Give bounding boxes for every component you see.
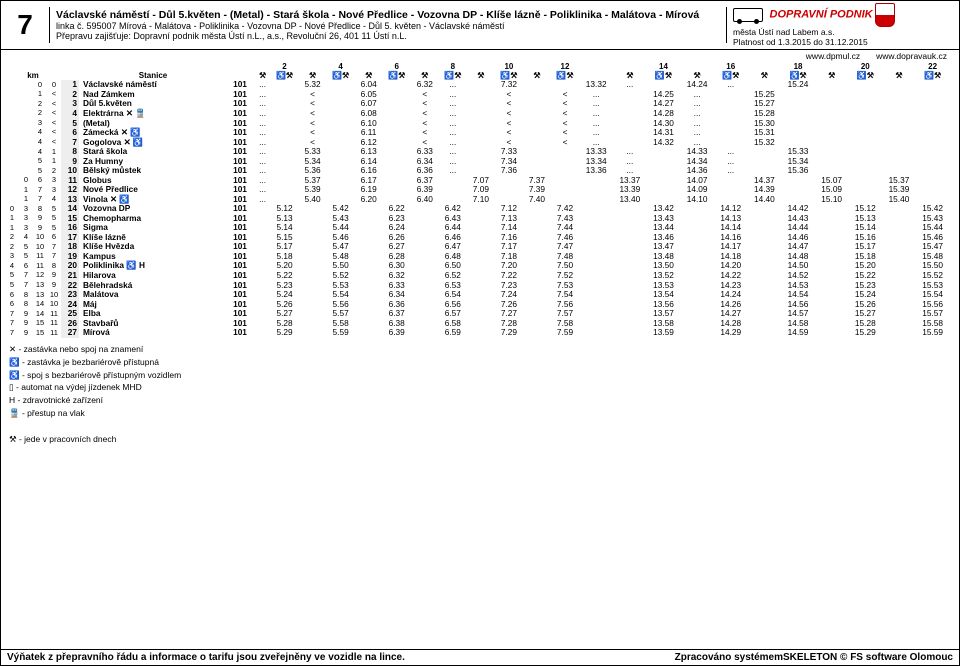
timetable-page: 7 Václavské náměstí - Důl 5.květen - (Me… (0, 0, 960, 666)
legend: ✕ - zastávka nebo spoj na znamení♿ - zas… (1, 344, 959, 446)
table-row: 139515Chemopharma1015.135.436.236.437.13… (5, 214, 955, 224)
carrier: Přepravu zajišťuje: Dopravní podnik měst… (56, 31, 720, 41)
brand-city: města Ústí nad Labem a.s. (733, 27, 835, 37)
table-row: 3511719Kampus1015.185.486.286.487.187.48… (5, 252, 955, 262)
table-row: 001Václavské náměstí101...5.326.046.32..… (5, 80, 955, 90)
table-row: 2<3Důl 5.květen101...<6.07<...<<...14.27… (5, 99, 955, 109)
table-row: 5712921Hilarova1015.225.526.326.527.227.… (5, 271, 955, 281)
legend-item: H - zdravotnické zařízení (9, 395, 959, 407)
route-forward: Václavské náměstí - Důl 5.květen - (Meta… (56, 9, 720, 21)
legend-item: ♿ - zastávka je bezbariérově přístupná (9, 357, 959, 369)
table-row: 1<2Nad Zámkem101...<6.05<...<<...14.25..… (5, 90, 955, 100)
timetable: 24 68 1012 14 1618 2022 km Stanice ⚒♿⚒⚒♿… (1, 62, 959, 338)
table-row: 4<6Zámecká ✕ ♿101...<6.11<...<<...14.31.… (5, 128, 955, 138)
validity: Platnost od 1.3.2015 do 31.12.2015 (733, 37, 868, 47)
header-mid: Václavské náměstí - Důl 5.květen - (Meta… (50, 7, 727, 43)
table-row: 418Stará škola101...5.336.136.33...7.331… (5, 147, 955, 157)
table-row: 79151127Mírová1015.295.596.396.597.297.5… (5, 328, 955, 338)
table-row: 4611820Poliklinika ♿ H1015.205.506.306.5… (5, 261, 955, 271)
table-row: 79151126Stavbařů1015.285.586.386.587.287… (5, 319, 955, 329)
table-row: 68131023Malátova1015.245.546.346.547.247… (5, 290, 955, 300)
url-left: www.dpmul.cz (806, 51, 860, 61)
footer: Výňatek z přepravního řádu a informace o… (1, 649, 959, 665)
table-row: 4<7Gogolova ✕ ♿101...<6.12<...<<...14.32… (5, 138, 955, 148)
header: 7 Václavské náměstí - Důl 5.květen - (Me… (1, 1, 959, 50)
legend-item (9, 421, 959, 433)
url-right: www.dopravauk.cz (876, 51, 947, 61)
table-row: 5713922Bělehradská1015.235.536.336.537.2… (5, 281, 955, 291)
table-row: 038514Vozovna DP1015.125.426.226.427.127… (5, 204, 955, 214)
table-row: 17413Vinola ✕ ♿101...5.406.206.407.107.4… (5, 195, 955, 205)
brand: DOPRAVNÍ PODNIK (770, 8, 873, 20)
legend-item: ✕ - zastávka nebo spoj na znamení (9, 344, 959, 356)
route-code: linka č. 595007 Mírová - Malátova - Poli… (56, 21, 720, 31)
table-row: 3<5(Metal)101...<6.10<...<<...14.30...15… (5, 119, 955, 129)
legend-item: ⚒ - jede v pracovních dnech (9, 434, 959, 446)
table-row: 79141125Elba1015.275.576.376.577.277.571… (5, 309, 955, 319)
footer-right: Zpracováno systémemSKELETON © FS softwar… (675, 652, 953, 663)
table-row: 2<4Elektrárna ✕ 🚆101...<6.08<...<<...14.… (5, 109, 955, 119)
bus-icon (733, 8, 763, 22)
legend-item: ▯ - automat na výdej jízdenek MHD (9, 382, 959, 394)
column-numbers-row: 24 68 1012 14 1618 2022 (5, 62, 955, 71)
footer-left: Výňatek z přepravního řádu a informace o… (7, 652, 405, 663)
table-row: 2410617Klíše lázně1015.155.466.266.467.1… (5, 233, 955, 243)
crest-icon (875, 3, 895, 27)
line-number: 7 (1, 7, 50, 43)
table-row: 2510718Klíše Hvězda1015.175.476.276.477.… (5, 242, 955, 252)
table-row: 519Za Humny101...5.346.146.34...7.3413.3… (5, 157, 955, 167)
legend-item: 🚆 - přestup na vlak (9, 408, 959, 420)
table-row: 139516Sigma1015.145.446.246.447.147.4413… (5, 223, 955, 233)
legend-item: ♿ - spoj s bezbariérově přístupným vozid… (9, 370, 959, 382)
header-right: DOPRAVNÍ PODNIK města Ústí nad Labem a.s… (727, 1, 959, 49)
table-row: 68141024Máj1015.265.566.366.567.267.5613… (5, 300, 955, 310)
